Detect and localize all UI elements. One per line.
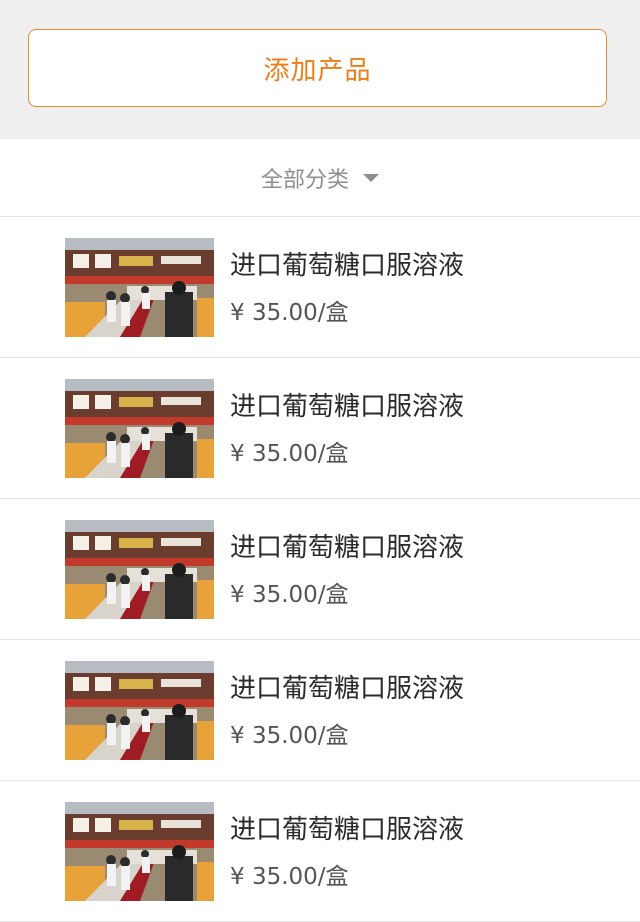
caret-down-icon [363,173,379,182]
product-thumbnail [65,520,214,619]
product-list: 进口葡萄糖口服溶液 ¥ 35.00/盒 进口葡萄糖口服溶液 ¥ 35.00/盒 … [0,217,640,922]
product-list-item[interactable]: 进口葡萄糖口服溶液 ¥ 35.00/盒 [0,217,640,358]
product-thumbnail [65,379,214,478]
product-list-item[interactable]: 进口葡萄糖口服溶液 ¥ 35.00/盒 [0,358,640,499]
product-price: ¥ 35.00/盒 [230,582,349,608]
product-list-item[interactable]: 进口葡萄糖口服溶液 ¥ 35.00/盒 [0,640,640,781]
filter-bar: 全部分类 [0,139,640,217]
product-thumbnail [65,661,214,760]
product-price: ¥ 35.00/盒 [230,441,349,467]
product-name: 进口葡萄糖口服溶液 [230,533,465,563]
category-filter-label: 全部分类 [260,167,349,193]
product-price: ¥ 35.00/盒 [230,300,349,326]
product-list-item[interactable]: 进口葡萄糖口服溶液 ¥ 35.00/盒 [0,499,640,640]
product-price: ¥ 35.00/盒 [230,864,349,890]
product-name: 进口葡萄糖口服溶液 [230,674,465,704]
category-filter-dropdown[interactable]: 全部分类 [261,162,379,194]
product-name: 进口葡萄糖口服溶液 [230,815,465,845]
product-name: 进口葡萄糖口服溶液 [230,251,465,281]
add-product-button[interactable]: 添加产品 [28,29,607,107]
product-name: 进口葡萄糖口服溶液 [230,392,465,422]
product-thumbnail [65,238,214,337]
top-area: 添加产品 [0,0,640,139]
product-thumbnail [65,802,214,901]
product-price: ¥ 35.00/盒 [230,723,349,749]
product-list-item[interactable]: 进口葡萄糖口服溶液 ¥ 35.00/盒 [0,781,640,922]
